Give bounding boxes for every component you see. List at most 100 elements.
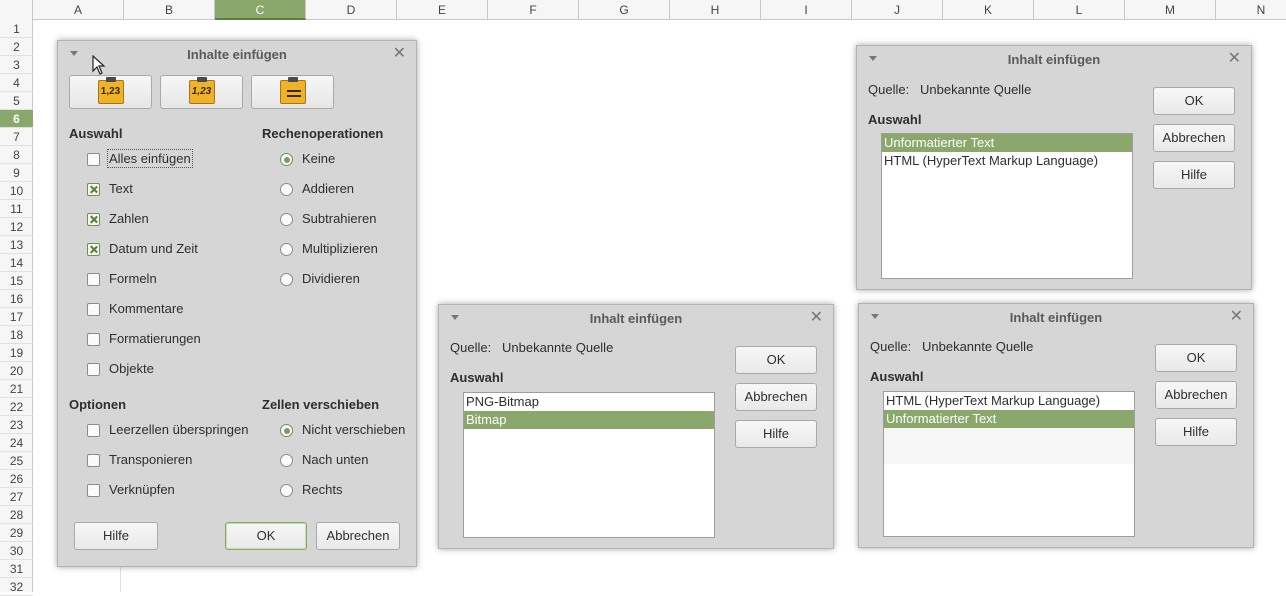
- checkbox-label[interactable]: Datum und Zeit: [109, 241, 198, 256]
- dialog-titlebar[interactable]: Inhalte einfügen ✕: [58, 41, 416, 69]
- dialog-titlebar[interactable]: Inhalt einfügen ✕: [859, 304, 1253, 332]
- cancel-button[interactable]: Abbrechen: [1155, 381, 1237, 409]
- checkbox-box[interactable]: [87, 183, 100, 196]
- close-icon[interactable]: ✕: [1230, 308, 1243, 326]
- radio-label[interactable]: Rechts: [302, 482, 342, 497]
- cancel-button[interactable]: Abbrechen: [1153, 124, 1235, 152]
- list-item[interactable]: HTML (HyperText Markup Language): [884, 392, 1134, 410]
- column-header-b[interactable]: B: [124, 0, 215, 20]
- checkbox-box[interactable]: [87, 484, 100, 497]
- radio-label[interactable]: Multiplizieren: [302, 241, 378, 256]
- cancel-button[interactable]: Abbrechen: [316, 522, 400, 550]
- help-button[interactable]: Hilfe: [735, 420, 817, 448]
- column-header-j[interactable]: J: [852, 0, 943, 20]
- row-header-3[interactable]: 3: [0, 56, 33, 74]
- radio-label[interactable]: Dividieren: [302, 271, 360, 286]
- radio-dot[interactable]: [280, 273, 293, 286]
- preset-values-formats-button[interactable]: 1,23: [160, 75, 243, 109]
- checkbox-box[interactable]: [87, 333, 100, 346]
- row-header-7[interactable]: 7: [0, 128, 33, 146]
- row-header-23[interactable]: 23: [0, 416, 33, 434]
- help-button[interactable]: Hilfe: [1155, 418, 1237, 446]
- row-header-29[interactable]: 29: [0, 524, 33, 542]
- row-header-8[interactable]: 8: [0, 146, 33, 164]
- checkbox-label[interactable]: Alles einfügen: [107, 149, 193, 168]
- row-header-32[interactable]: 32: [0, 578, 33, 596]
- checkbox-label[interactable]: Formeln: [109, 271, 157, 286]
- checkbox-box[interactable]: [87, 213, 100, 226]
- radio-dot[interactable]: [280, 183, 293, 196]
- row-header-11[interactable]: 11: [0, 200, 33, 218]
- checkbox-box[interactable]: [87, 303, 100, 316]
- column-header-f[interactable]: F: [488, 0, 579, 20]
- close-icon[interactable]: ✕: [393, 45, 406, 63]
- radio-dot[interactable]: [280, 424, 293, 437]
- checkbox-label[interactable]: Formatierungen: [109, 331, 201, 346]
- row-header-14[interactable]: 14: [0, 254, 33, 272]
- row-header-22[interactable]: 22: [0, 398, 33, 416]
- row-header-24[interactable]: 24: [0, 434, 33, 452]
- row-header-10[interactable]: 10: [0, 182, 33, 200]
- close-icon[interactable]: ✕: [810, 309, 823, 327]
- cancel-button[interactable]: Abbrechen: [735, 383, 817, 411]
- radio-dot[interactable]: [280, 153, 293, 166]
- radio-label[interactable]: Addieren: [302, 181, 354, 196]
- preset-formats-only-button[interactable]: [251, 75, 334, 109]
- row-header-13[interactable]: 13: [0, 236, 33, 254]
- ok-button[interactable]: OK: [1155, 344, 1237, 372]
- row-header-18[interactable]: 18: [0, 326, 33, 344]
- list-item[interactable]: Unformatierter Text: [884, 410, 1134, 428]
- checkbox-box[interactable]: [87, 243, 100, 256]
- row-header-27[interactable]: 27: [0, 488, 33, 506]
- dialog-titlebar[interactable]: Inhalt einfügen ✕: [857, 46, 1251, 74]
- row-header-28[interactable]: 28: [0, 506, 33, 524]
- select-all-corner[interactable]: [0, 0, 33, 20]
- row-header-26[interactable]: 26: [0, 470, 33, 488]
- radio-dot[interactable]: [280, 243, 293, 256]
- row-header-2[interactable]: 2: [0, 38, 33, 56]
- checkbox-label[interactable]: Leerzellen überspringen: [109, 422, 248, 437]
- ok-button[interactable]: OK: [1153, 87, 1235, 115]
- radio-label[interactable]: Nach unten: [302, 452, 369, 467]
- radio-dot[interactable]: [280, 454, 293, 467]
- row-header-21[interactable]: 21: [0, 380, 33, 398]
- list-item[interactable]: Bitmap: [464, 411, 714, 429]
- column-header-h[interactable]: H: [670, 0, 761, 20]
- dialog-titlebar[interactable]: Inhalt einfügen ✕: [439, 305, 833, 333]
- column-header-i[interactable]: I: [761, 0, 852, 20]
- column-header-m[interactable]: M: [1125, 0, 1216, 20]
- format-listbox[interactable]: HTML (HyperText Markup Language) Unforma…: [883, 391, 1135, 537]
- radio-dot[interactable]: [280, 484, 293, 497]
- close-icon[interactable]: ✕: [1228, 50, 1241, 68]
- checkbox-label[interactable]: Transponieren: [109, 452, 192, 467]
- checkbox-box[interactable]: [87, 273, 100, 286]
- row-header-30[interactable]: 30: [0, 542, 33, 560]
- row-header-31[interactable]: 31: [0, 560, 33, 578]
- radio-label[interactable]: Nicht verschieben: [302, 422, 405, 437]
- checkbox-label[interactable]: Objekte: [109, 361, 154, 376]
- radio-label[interactable]: Subtrahieren: [302, 211, 376, 226]
- row-header-6[interactable]: 6: [0, 110, 33, 128]
- checkbox-label[interactable]: Verknüpfen: [109, 482, 175, 497]
- checkbox-box[interactable]: [87, 363, 100, 376]
- checkbox-label[interactable]: Kommentare: [109, 301, 183, 316]
- format-listbox[interactable]: Unformatierter Text HTML (HyperText Mark…: [881, 133, 1133, 279]
- column-header-l[interactable]: L: [1034, 0, 1125, 20]
- column-header-c[interactable]: C: [215, 0, 306, 20]
- row-header-15[interactable]: 15: [0, 272, 33, 290]
- radio-label[interactable]: Keine: [302, 151, 335, 166]
- list-item[interactable]: PNG-Bitmap: [464, 393, 714, 411]
- help-button[interactable]: Hilfe: [1153, 161, 1235, 189]
- help-button[interactable]: Hilfe: [74, 522, 158, 550]
- preset-values-only-button[interactable]: 1,23: [69, 75, 152, 109]
- ok-button[interactable]: OK: [225, 522, 307, 550]
- row-header-25[interactable]: 25: [0, 452, 33, 470]
- checkbox-box[interactable]: [87, 454, 100, 467]
- column-header-a[interactable]: A: [33, 0, 124, 20]
- row-header-1[interactable]: 1: [0, 20, 33, 38]
- row-header-20[interactable]: 20: [0, 362, 33, 380]
- column-header-d[interactable]: D: [306, 0, 397, 20]
- checkbox-label[interactable]: Text: [109, 181, 133, 196]
- checkbox-box[interactable]: [87, 424, 100, 437]
- row-header-5[interactable]: 5: [0, 92, 33, 110]
